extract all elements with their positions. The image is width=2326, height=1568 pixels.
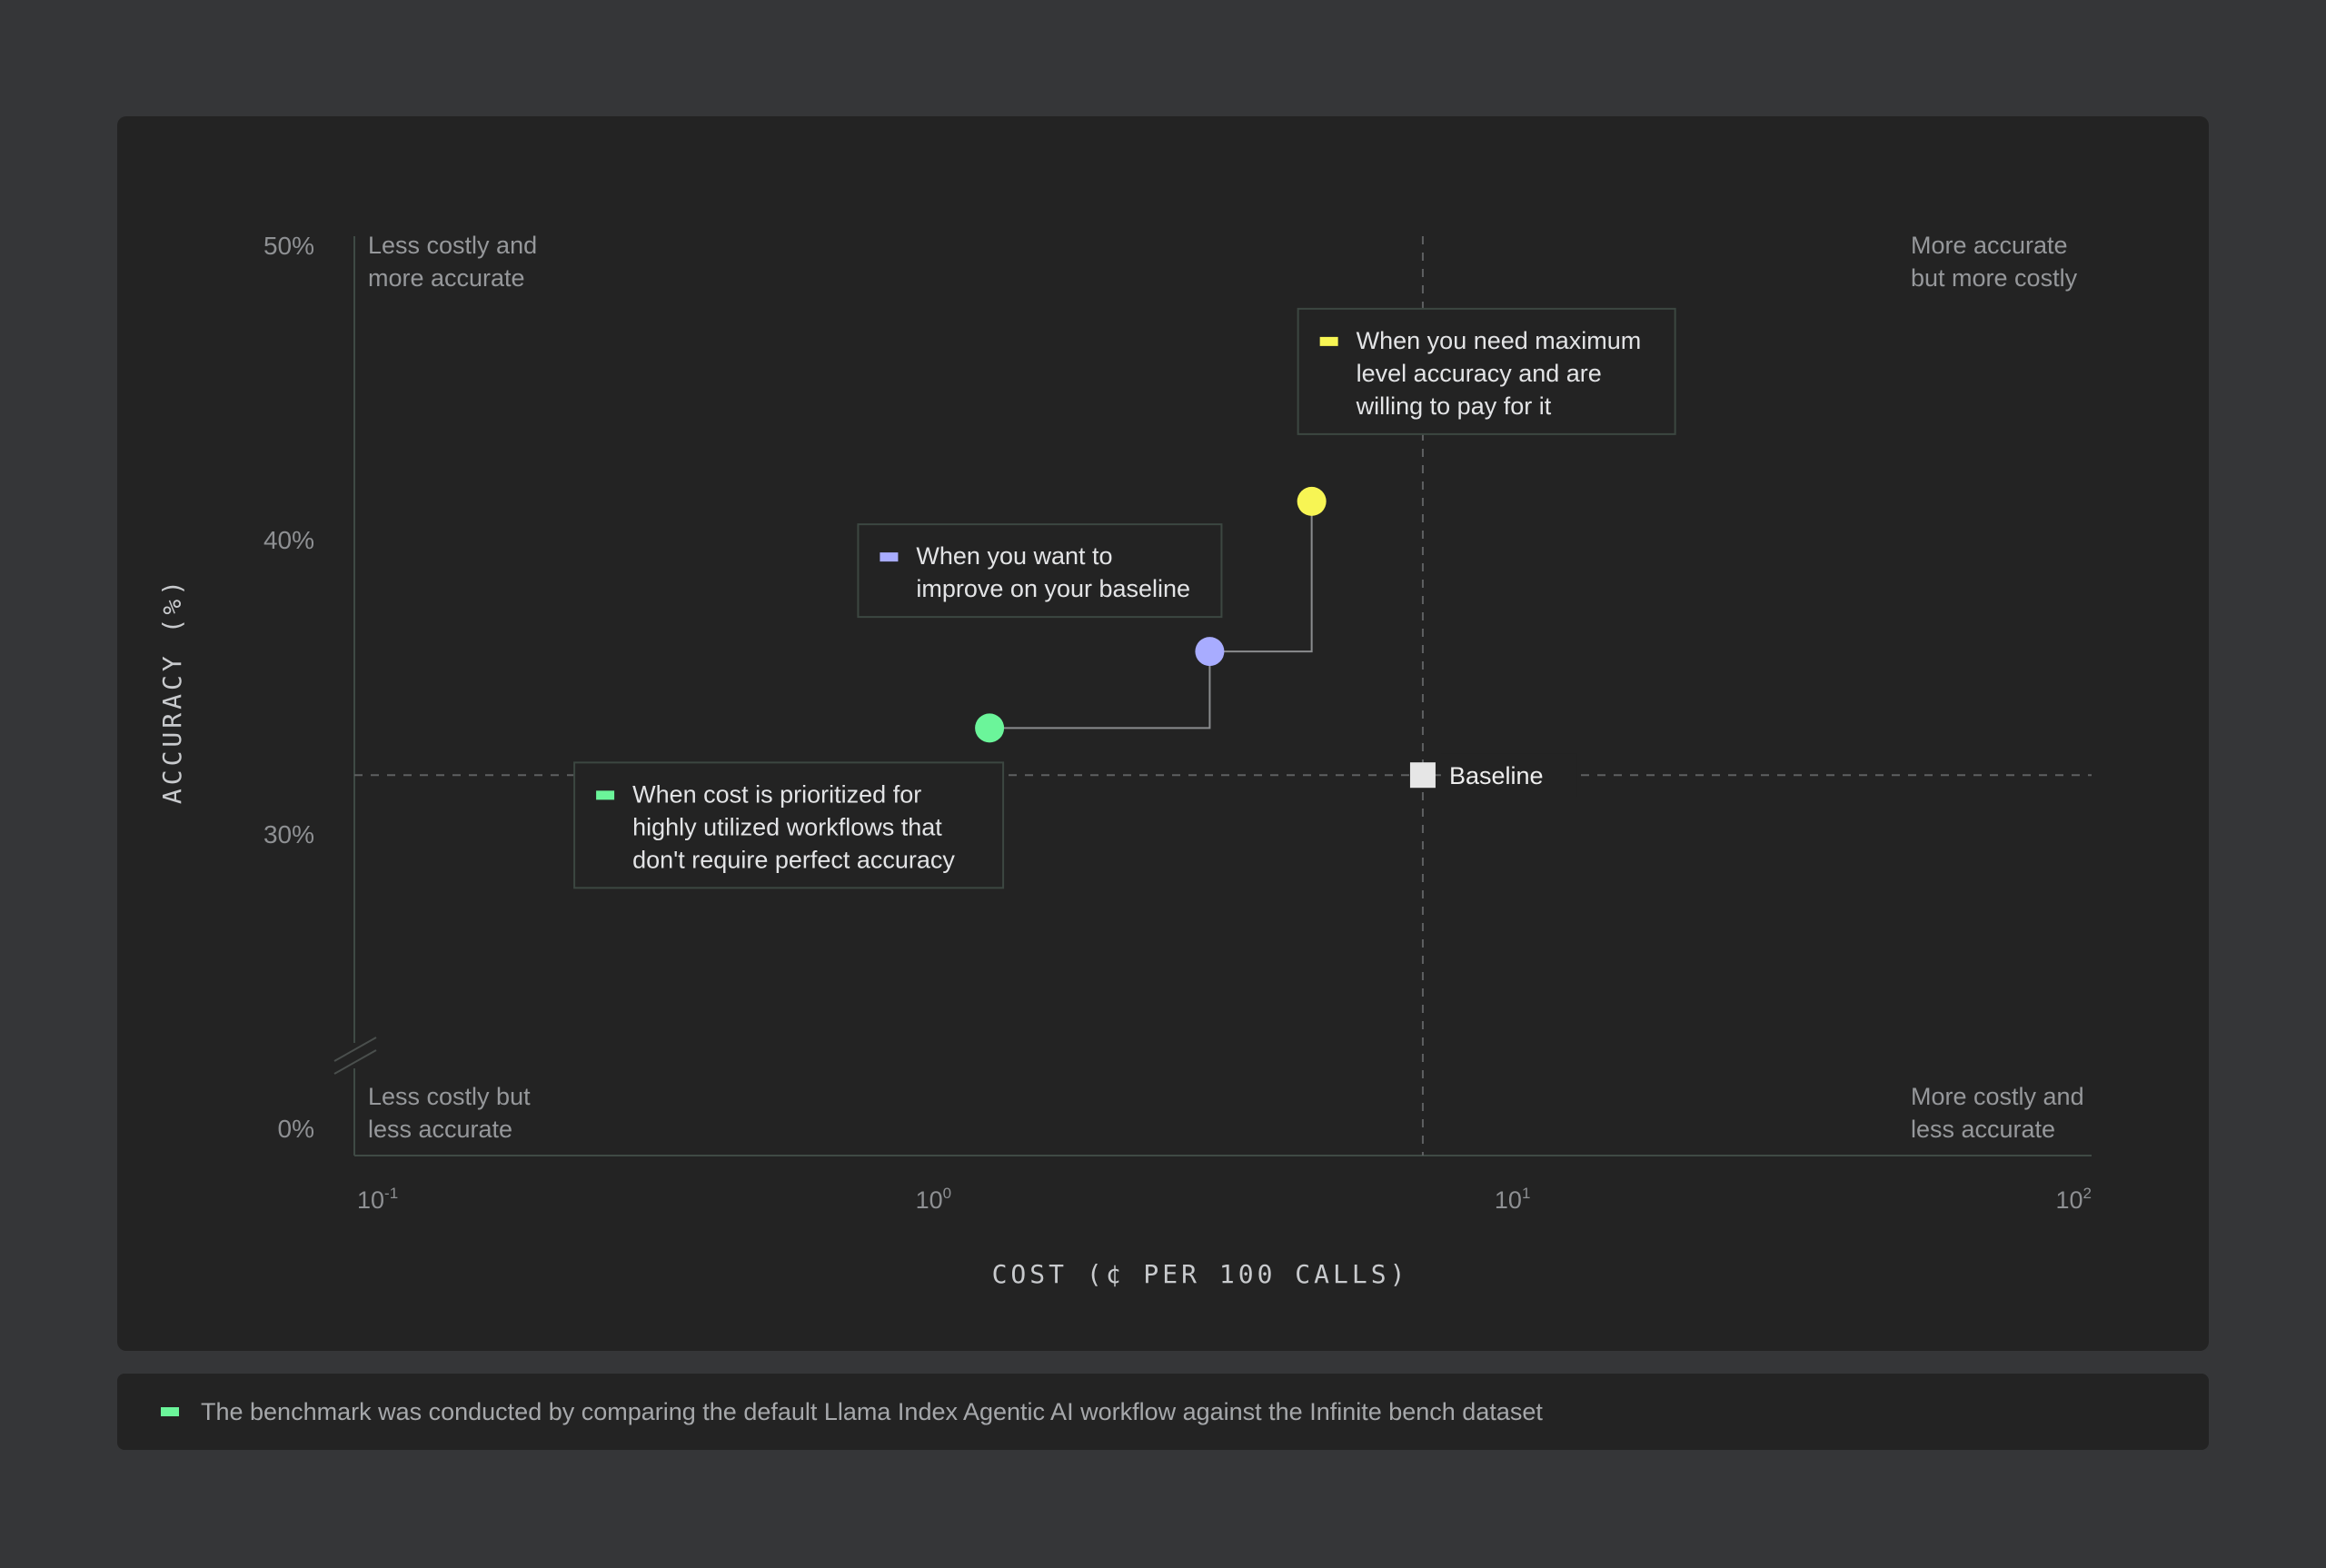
- callout-cost-prioritized: When cost is prioritized for highly utili…: [573, 761, 1005, 889]
- quadrant-label-top-left: Less costly and more accurate: [368, 232, 537, 292]
- chart-labels: 50% 40% 30% 0% 10-1 100 101 102 COST (¢ PER 100 …: [157, 232, 2092, 1289]
- quadrant-label-bottom-right: More costly and less accurate: [1911, 1083, 2084, 1143]
- y-tick-label: 50%: [263, 232, 314, 260]
- callouts: When cost is prioritized for highly utili…: [573, 307, 1676, 889]
- callout-marker: [1319, 336, 1338, 346]
- x-tick-label: 101: [1495, 1185, 1531, 1214]
- point-improve-baseline: [1195, 637, 1225, 667]
- baseline-reference-lines: [354, 236, 2092, 1156]
- point-cost-prioritized: [975, 713, 1005, 743]
- footnote-bar: The benchmark was conducted by comparing…: [117, 1374, 2209, 1450]
- cost-accuracy-chart: When cost is prioritized for highly utili…: [157, 232, 2092, 1289]
- callout-improve-baseline: When you want to improve on your baseline: [857, 523, 1223, 619]
- connector-purple-to-yellow: [1209, 501, 1313, 653]
- axes: [333, 236, 2092, 1156]
- quadrant-label-top-right: More accurate but more costly: [1911, 232, 2078, 292]
- callout-marker: [880, 552, 899, 562]
- y-tick-label: 0%: [278, 1115, 314, 1143]
- quadrant-label-bottom-left: Less costly but less accurate: [368, 1083, 531, 1143]
- y-tick-label: 40%: [263, 526, 314, 554]
- callout-box: [857, 523, 1223, 619]
- footnote-text: The benchmark was conducted by comparing…: [201, 1398, 1543, 1425]
- y-tick-label: 30%: [263, 820, 314, 849]
- x-tick-label: 100: [916, 1185, 952, 1214]
- baseline-marker: [1409, 762, 1436, 789]
- x-axis-title: COST (¢ PER 100 CALLS): [992, 1259, 1409, 1289]
- footnote-marker: [161, 1407, 179, 1416]
- x-tick-label: 10-1: [357, 1185, 398, 1214]
- y-axis-title: ACCURACY (%): [157, 577, 187, 804]
- callout-text: When cost is prioritized for highly utili…: [632, 780, 955, 873]
- point-max-accuracy: [1297, 486, 1327, 516]
- x-tick-label: 102: [2055, 1185, 2092, 1214]
- callout-max-accuracy: When you need maximum level accuracy and …: [1297, 307, 1676, 435]
- connector-green-to-purple: [989, 651, 1211, 729]
- baseline-label: Baseline: [1449, 762, 1544, 789]
- callout-marker: [596, 790, 615, 800]
